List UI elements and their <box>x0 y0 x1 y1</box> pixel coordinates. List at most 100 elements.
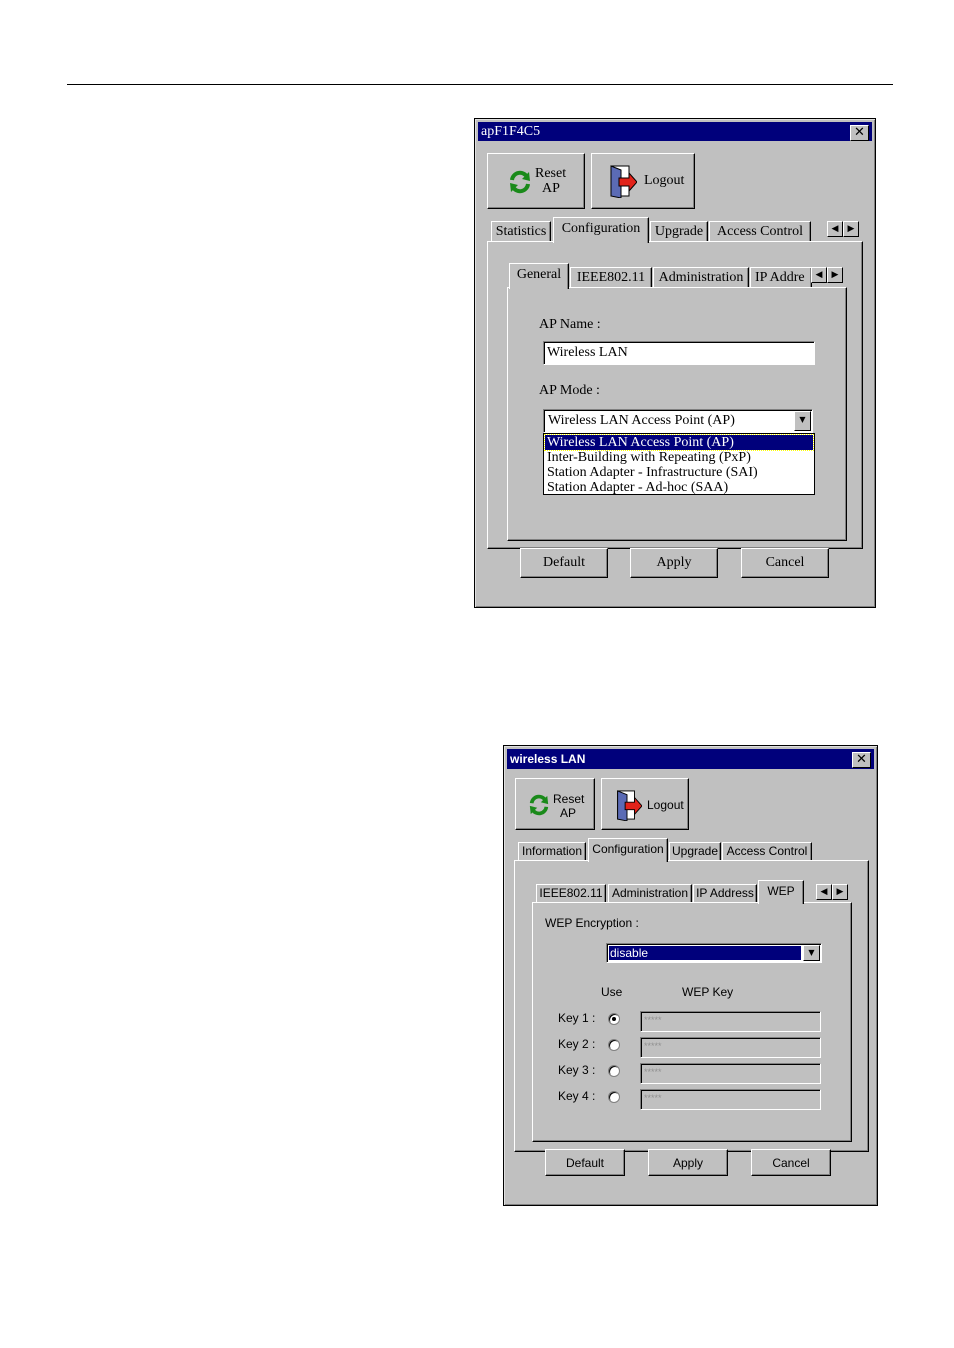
subtab-ip-address[interactable]: IP Addre <box>750 267 812 287</box>
tab-label: Access Control <box>726 844 808 858</box>
page-rule <box>67 84 893 85</box>
key3-value: ***** <box>644 1067 662 1077</box>
logout-button[interactable]: Logout <box>601 778 689 830</box>
tab-label: Access Control <box>717 224 803 239</box>
ap-name-input[interactable]: Wireless LAN <box>543 341 815 365</box>
ap-mode-select[interactable]: Wireless LAN Access Point (AP) ▼ <box>543 409 813 433</box>
title-bar[interactable]: apF1F4C5 ✕ <box>478 122 872 141</box>
ap-mode-label: AP Mode : <box>539 383 600 398</box>
tab-label: Upgrade <box>671 844 719 858</box>
key3-label: Key 3 : <box>558 1063 596 1077</box>
apply-button-label: Apply <box>656 555 692 570</box>
subtab-administration[interactable]: Administration <box>608 884 692 902</box>
logout-label: Logout <box>644 173 685 188</box>
apply-button[interactable]: Apply <box>630 548 718 578</box>
tab-configuration[interactable]: Configuration <box>553 217 649 243</box>
reset-label-line1: Reset <box>535 166 567 181</box>
tab-scroll-right-button[interactable]: ▶ <box>843 221 859 237</box>
tab-information[interactable]: Information <box>518 842 586 860</box>
key2-value: ***** <box>644 1041 662 1051</box>
ap-name-label: AP Name : <box>539 317 601 332</box>
ap-mode-option[interactable]: Wireless LAN Access Point (AP) <box>544 434 814 451</box>
subtab-label: IEEE802.11 <box>576 270 646 285</box>
key4-label: Key 4 : <box>558 1089 596 1103</box>
tab-upgrade[interactable]: Upgrade <box>669 842 721 860</box>
wep-encryption-value: disable <box>609 946 801 960</box>
cancel-button-label: Cancel <box>765 555 805 570</box>
window-title: wireless LAN <box>510 752 586 766</box>
reset-label-line2: AP <box>560 806 577 820</box>
key1-radio[interactable] <box>608 1013 620 1025</box>
wep-encryption-select[interactable]: disable ▼ <box>606 943 822 963</box>
tab-access-control[interactable]: Access Control <box>722 842 812 860</box>
ap-config-dialog: apF1F4C5 ✕ Reset AP Logout Statistics Co… <box>474 118 876 608</box>
reset-ap-button[interactable]: Reset AP <box>515 778 595 830</box>
ap-mode-option[interactable]: Inter-Building with Repeating (PxP) <box>545 450 813 465</box>
cancel-button[interactable]: Cancel <box>751 1149 831 1176</box>
door-exit-icon <box>617 790 642 821</box>
refresh-icon <box>529 794 549 816</box>
key3-input[interactable]: ***** <box>640 1063 821 1084</box>
subtab-label: IP Address <box>696 886 754 900</box>
subtab-label: General <box>516 267 562 282</box>
logout-button[interactable]: Logout <box>591 153 695 209</box>
cancel-button[interactable]: Cancel <box>741 548 829 578</box>
close-button[interactable]: ✕ <box>852 752 871 768</box>
logout-label: Logout <box>647 798 684 812</box>
tab-label: Statistics <box>495 224 547 239</box>
key1-value: ***** <box>644 1015 662 1025</box>
subtab-label: Administration <box>611 886 689 900</box>
apply-button-label: Apply <box>672 1156 704 1170</box>
subtab-label: WEP <box>767 884 795 898</box>
door-exit-icon <box>610 165 637 198</box>
subtab-general[interactable]: General <box>509 263 569 289</box>
subtab-label: IP Addre <box>755 270 805 285</box>
title-bar[interactable]: wireless LAN ✕ <box>507 749 874 769</box>
tab-label: Configuration <box>561 221 641 236</box>
subtab-wep[interactable]: WEP <box>758 880 804 904</box>
apply-button[interactable]: Apply <box>648 1149 728 1176</box>
dropdown-arrow-icon[interactable]: ▼ <box>794 411 811 431</box>
reset-label-line2: AP <box>542 181 560 196</box>
ap-mode-option[interactable]: Station Adapter - Infrastructure (SAI) <box>545 465 813 480</box>
key4-input[interactable]: ***** <box>640 1089 821 1110</box>
close-button[interactable]: ✕ <box>850 125 869 141</box>
subtab-scroll-right-button[interactable]: ▶ <box>832 884 848 900</box>
subtab-ieee80211[interactable]: IEEE802.11 <box>570 267 652 287</box>
ap-mode-dropdown-list: Wireless LAN Access Point (AP) Inter-Bui… <box>543 433 815 495</box>
key1-input[interactable]: ***** <box>640 1011 821 1032</box>
subtab-administration[interactable]: Administration <box>653 267 749 287</box>
dropdown-arrow-icon[interactable]: ▼ <box>803 945 820 961</box>
subtab-label: IEEE802.11 <box>539 886 603 900</box>
tab-configuration[interactable]: Configuration <box>588 838 668 862</box>
key2-input[interactable]: ***** <box>640 1037 821 1058</box>
ap-mode-option[interactable]: Station Adapter - Ad-hoc (SAA) <box>545 480 813 495</box>
default-button-label: Default <box>565 1156 605 1170</box>
tab-statistics[interactable]: Statistics <box>491 221 551 241</box>
default-button[interactable]: Default <box>545 1149 625 1176</box>
default-button[interactable]: Default <box>520 548 608 578</box>
key2-radio[interactable] <box>608 1039 620 1051</box>
subtab-scroll-left-button[interactable]: ◀ <box>811 267 827 283</box>
subtab-label: Administration <box>658 270 744 285</box>
subtab-ieee80211[interactable]: IEEE802.11 <box>536 884 606 902</box>
reset-label-line1: Reset <box>553 792 585 806</box>
key4-radio[interactable] <box>608 1091 620 1103</box>
subtab-scroll-right-button[interactable]: ▶ <box>827 267 843 283</box>
tab-access-control[interactable]: Access Control <box>709 221 811 241</box>
tab-upgrade[interactable]: Upgrade <box>650 221 708 241</box>
tab-label: Upgrade <box>654 224 704 239</box>
tab-label: Configuration <box>592 842 664 856</box>
reset-ap-button[interactable]: Reset AP <box>487 153 585 209</box>
key1-label: Key 1 : <box>558 1011 596 1025</box>
wep-key-column-header: WEP Key <box>682 985 734 999</box>
tab-label: Information <box>521 844 583 858</box>
cancel-button-label: Cancel <box>772 1156 810 1170</box>
subtab-scroll-left-button[interactable]: ◀ <box>816 884 832 900</box>
tab-scroll-left-button[interactable]: ◀ <box>827 221 843 237</box>
key3-radio[interactable] <box>608 1065 620 1077</box>
wep-config-dialog: wireless LAN ✕ Reset AP Logout Informati… <box>503 745 878 1206</box>
default-button-label: Default <box>543 555 585 570</box>
subtab-ip-address[interactable]: IP Address <box>693 884 757 902</box>
refresh-icon <box>510 170 530 194</box>
